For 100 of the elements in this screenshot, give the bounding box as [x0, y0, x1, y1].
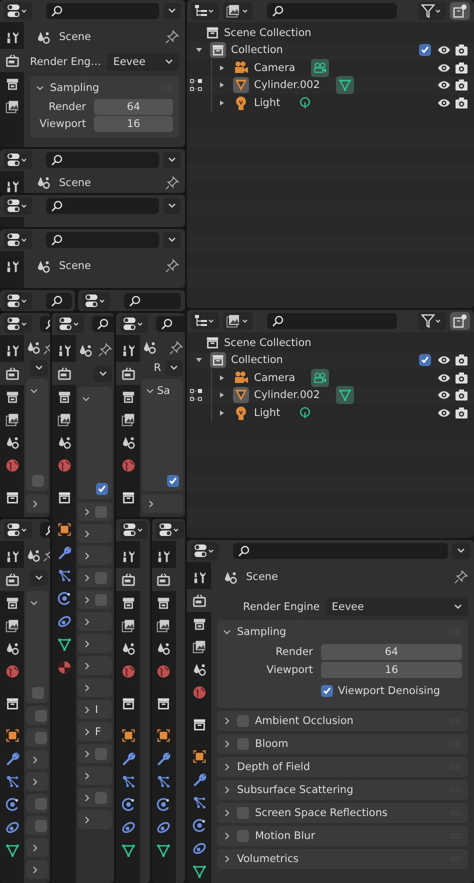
object-label[interactable]: Light — [254, 406, 280, 419]
collapsed-panel[interactable]: Ambient Occlusion — [217, 711, 468, 731]
collapsed-panel[interactable]: Bloom — [217, 734, 468, 754]
checkbox[interactable] — [35, 732, 47, 744]
object-label[interactable]: Camera — [254, 62, 296, 74]
panel-title[interactable]: Motion Blur — [255, 830, 316, 842]
panel-title[interactable]: Sampling — [237, 626, 286, 638]
editor-type-button[interactable] — [4, 231, 32, 249]
checkbox[interactable] — [419, 44, 431, 56]
checkbox[interactable] — [321, 685, 333, 697]
collapsed-panel[interactable]: Screen Space Reflections — [217, 803, 468, 823]
editor-type-button[interactable] — [4, 197, 32, 215]
collapsed-panel[interactable]: Depth of Field — [217, 757, 468, 777]
number-field[interactable]: 16 — [321, 662, 462, 678]
checkbox[interactable] — [95, 748, 107, 760]
camera-icon[interactable] — [455, 389, 468, 402]
properties-tab[interactable] — [116, 568, 140, 591]
search-field[interactable] — [46, 152, 159, 168]
triangle-down-icon[interactable] — [195, 46, 203, 54]
new-collection-button[interactable] — [450, 2, 470, 20]
dropdown-button[interactable] — [163, 198, 181, 214]
checkbox[interactable] — [95, 792, 107, 804]
search-field[interactable] — [124, 293, 181, 309]
eye-icon[interactable] — [437, 79, 451, 92]
camera-icon[interactable] — [455, 406, 468, 419]
pin-icon[interactable] — [169, 340, 183, 355]
panel-title[interactable]: Bloom — [255, 738, 288, 750]
dropdown-button[interactable] — [163, 3, 181, 19]
eye-icon[interactable] — [437, 406, 451, 419]
vertices-icon[interactable] — [190, 79, 202, 92]
search-field[interactable] — [233, 543, 448, 559]
render-engine-dropdown[interactable]: Eevee — [326, 598, 468, 616]
movie-camera-icon[interactable] — [313, 370, 328, 385]
number-field[interactable]: 64 — [94, 99, 173, 115]
filter-button[interactable] — [418, 312, 446, 330]
pin-icon[interactable] — [165, 259, 179, 273]
search-field[interactable] — [46, 232, 159, 248]
checkbox-label[interactable]: Viewport Denoising — [338, 685, 440, 697]
triangle-right-icon[interactable] — [218, 64, 226, 72]
panel-title[interactable]: I — [95, 704, 98, 716]
scene-collection-label[interactable]: Scene Collection — [224, 26, 312, 39]
pin-icon[interactable] — [165, 30, 179, 44]
movie-camera-icon[interactable] — [313, 60, 328, 75]
checkbox[interactable] — [95, 572, 107, 584]
search-field[interactable] — [46, 3, 159, 19]
editor-type-button[interactable] — [56, 315, 84, 333]
panel-title[interactable]: Ambient Occlusion — [255, 715, 354, 727]
checkbox[interactable] — [237, 830, 249, 842]
dropdown-button[interactable] — [163, 232, 181, 248]
view-layer-button[interactable] — [223, 2, 253, 20]
collapsed-panel[interactable] — [26, 838, 48, 857]
properties-tab[interactable] — [116, 362, 140, 385]
properties-tab[interactable] — [0, 362, 24, 385]
editor-type-button[interactable] — [4, 2, 32, 20]
dropdown-button[interactable] — [30, 570, 48, 586]
triangle-right-icon[interactable] — [218, 408, 226, 417]
checkbox[interactable] — [95, 594, 107, 606]
camera-icon[interactable] — [455, 96, 468, 109]
pin-icon[interactable] — [165, 176, 179, 190]
panel-title[interactable]: Subsurface Scattering — [237, 784, 354, 796]
collection-label[interactable]: Collection — [231, 354, 283, 366]
editor-type-button[interactable] — [4, 315, 32, 333]
search-field[interactable] — [267, 3, 397, 19]
display-mode-button[interactable] — [191, 312, 219, 330]
collapsed-panel[interactable]: Motion Blur — [217, 826, 468, 846]
properties-tab[interactable] — [0, 49, 24, 72]
dropdown-button[interactable] — [94, 366, 112, 382]
checkbox[interactable] — [237, 807, 249, 819]
collapsed-panel[interactable]: Volumetrics — [217, 849, 468, 869]
panel-title[interactable]: Sampling — [50, 82, 100, 94]
editor-type-button[interactable] — [120, 521, 148, 539]
checkbox[interactable] — [237, 715, 249, 727]
dropdown-button[interactable] — [165, 360, 183, 376]
panel-title[interactable]: Volumetrics — [237, 853, 299, 865]
checkbox[interactable] — [35, 820, 47, 832]
checkbox[interactable] — [35, 710, 47, 722]
object-label[interactable]: Camera — [254, 372, 296, 384]
checkbox[interactable] — [419, 354, 431, 366]
eye-icon[interactable] — [437, 44, 451, 56]
filter-button[interactable] — [418, 2, 446, 20]
camera-icon[interactable] — [455, 354, 468, 366]
object-label[interactable]: Cylinder.002 — [254, 79, 320, 92]
scene-collection-label[interactable]: Scene Collection — [224, 336, 312, 349]
search-field[interactable] — [46, 293, 72, 309]
view-layer-button[interactable] — [223, 312, 253, 330]
collapsed-panel[interactable]: I — [78, 700, 112, 719]
render-engine-dropdown[interactable]: Eevee — [107, 53, 179, 71]
display-mode-button[interactable] — [191, 2, 219, 20]
triangle-icon[interactable] — [338, 78, 352, 92]
properties-tab[interactable] — [152, 568, 176, 591]
light-bulb-icon[interactable] — [298, 96, 312, 110]
panel-title[interactable]: F — [95, 726, 102, 738]
checkbox[interactable] — [237, 738, 249, 750]
light-bulb-icon[interactable] — [298, 406, 312, 420]
editor-type-button[interactable] — [120, 315, 148, 333]
collapsed-panel[interactable] — [26, 750, 48, 769]
checkbox[interactable] — [95, 506, 107, 518]
camera-icon[interactable] — [455, 79, 468, 92]
editor-type-button[interactable] — [4, 151, 32, 169]
triangle-down-icon[interactable] — [195, 356, 203, 364]
